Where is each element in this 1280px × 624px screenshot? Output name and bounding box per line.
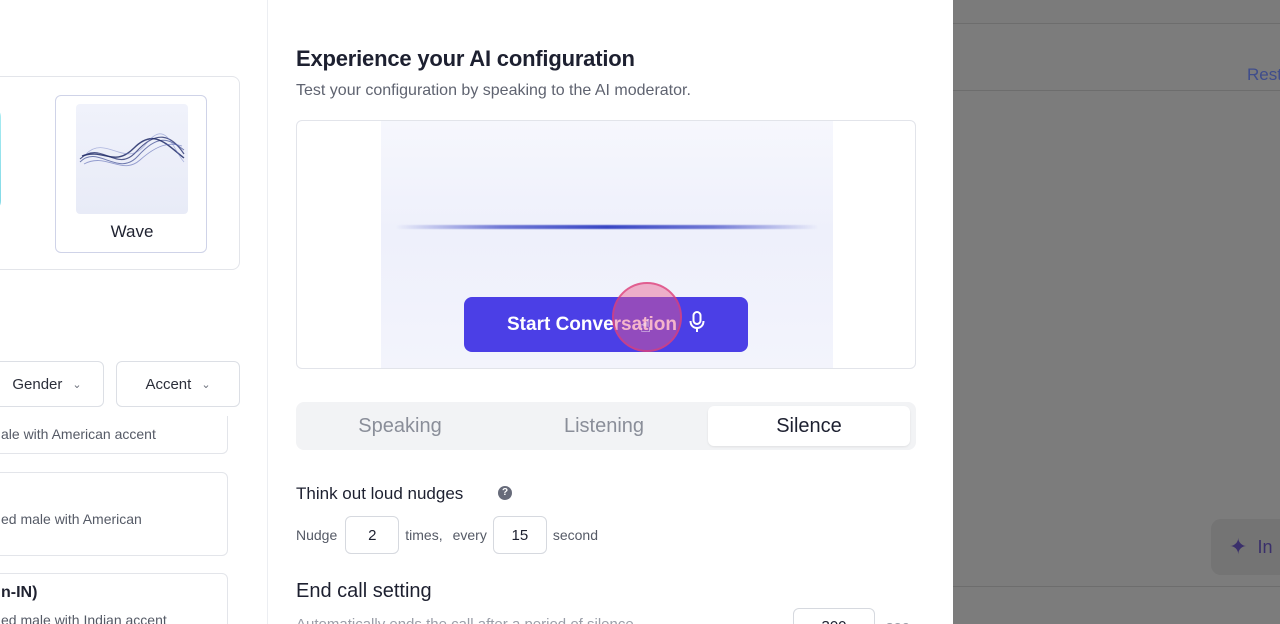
chevron-down-icon: ⌄ — [72, 378, 82, 391]
insights-button: ✦ In — [1211, 519, 1280, 575]
nudge-prefix: Nudge — [296, 527, 338, 543]
voice-option[interactable]: n-IN) ed male with Indian accent — [0, 573, 228, 624]
voice-title: n-IN) — [1, 584, 38, 601]
interval-unit-label: second — [552, 527, 598, 543]
insights-label: In — [1257, 536, 1273, 557]
wave-label: Wave — [110, 222, 154, 241]
restore-link: Rest — [1247, 65, 1280, 84]
help-icon[interactable]: ? — [498, 486, 512, 500]
tab-speaking[interactable]: Speaking — [300, 406, 500, 446]
chevron-down-icon: ⌄ — [201, 378, 211, 391]
wave-thumbnail — [76, 104, 188, 214]
nudge-interval-input[interactable]: 15 — [492, 516, 547, 554]
modal-title: Experience your AI configuration — [296, 46, 635, 71]
state-tabs: Speaking Listening Silence — [296, 402, 916, 450]
nudge-times-input[interactable]: 2 — [345, 516, 400, 554]
nudge-settings-row: Nudge 2 times, every 15 second — [296, 516, 598, 554]
accent-filter-label: Accent — [145, 375, 192, 393]
style-option-orb[interactable] — [0, 107, 1, 211]
ai-configuration-modal: Experience your AI configuration Test yo… — [268, 0, 953, 624]
tab-silence[interactable]: Silence — [708, 406, 910, 446]
end-call-seconds-input[interactable]: 300 — [793, 608, 875, 624]
voice-waveform-line — [395, 225, 819, 229]
sparkle-icon: ✦ — [1229, 534, 1248, 559]
accent-filter[interactable]: Accent ⌄ — [116, 361, 240, 407]
modal-subtitle: Test your configuration by speaking to t… — [296, 82, 691, 99]
end-call-title: End call setting — [296, 580, 432, 602]
times-label: times, — [405, 527, 443, 543]
visual-style-picker: Wave — [0, 76, 240, 270]
settings-panel: Wave Gender ⌄ Accent ⌄ ale with American… — [0, 0, 268, 624]
voice-description: ale with American accent — [1, 426, 156, 442]
end-call-description: Automatically ends the call after a peri… — [296, 616, 634, 624]
end-call-unit: sec — [886, 618, 909, 624]
style-option-wave[interactable]: Wave — [55, 95, 207, 253]
tab-listening[interactable]: Listening — [504, 406, 704, 446]
gender-filter[interactable]: Gender ⌄ — [0, 361, 104, 407]
hand-cursor-icon: ☝ — [640, 316, 651, 336]
background-header: Rest — [953, 25, 1280, 91]
gender-filter-label: Gender — [12, 375, 63, 393]
background-divider — [953, 586, 1280, 587]
nudges-title: Think out loud nudges — [296, 484, 464, 503]
voice-description: ed male with American — [1, 511, 142, 527]
microphone-icon — [689, 310, 705, 339]
background-topbar — [953, 0, 1280, 24]
voice-description: ed male with Indian accent — [1, 612, 167, 624]
start-conversation-button[interactable]: Start Conversation — [464, 297, 748, 352]
voice-option[interactable]: ed male with American — [0, 472, 228, 556]
voice-option[interactable]: ale with American accent — [0, 416, 228, 454]
every-label: every — [452, 527, 487, 543]
background-page: Rest ✦ In — [953, 0, 1280, 624]
